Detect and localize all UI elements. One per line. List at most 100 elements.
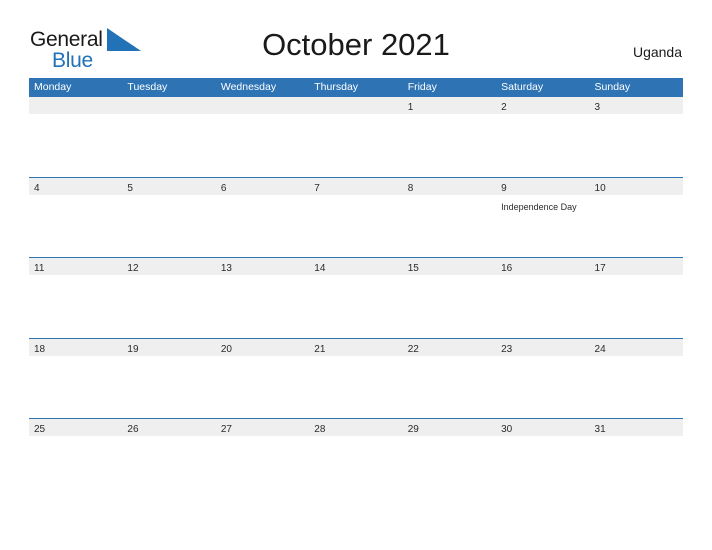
event-cell[interactable] — [309, 356, 402, 418]
day-cell[interactable] — [29, 97, 122, 114]
day-cell[interactable]: 11 — [29, 258, 122, 275]
week-row: 1 2 3 — [29, 96, 683, 177]
event-cell[interactable] — [590, 114, 683, 176]
day-cell[interactable]: 5 — [122, 178, 215, 195]
page-header: General Blue October 2021 Uganda — [0, 0, 712, 78]
event-cell[interactable] — [29, 356, 122, 418]
event-cell[interactable] — [403, 195, 496, 257]
day-number: 17 — [594, 263, 606, 274]
week-events — [29, 275, 683, 337]
day-number: 29 — [407, 424, 419, 435]
event-cell[interactable] — [403, 114, 496, 176]
event-cell[interactable] — [496, 114, 589, 176]
event-cell[interactable] — [122, 114, 215, 176]
event-cell[interactable] — [496, 275, 589, 337]
event-cell[interactable] — [216, 114, 309, 176]
event-cell[interactable] — [216, 275, 309, 337]
event-cell[interactable] — [122, 275, 215, 337]
day-cell[interactable]: 20 — [216, 339, 309, 356]
day-cell[interactable]: 30 — [496, 419, 589, 436]
day-cell[interactable]: 4 — [29, 178, 122, 195]
event-cell[interactable] — [403, 436, 496, 498]
day-cell[interactable]: 15 — [403, 258, 496, 275]
event-cell[interactable] — [216, 436, 309, 498]
day-cell[interactable]: 27 — [216, 419, 309, 436]
weekday-header-row: Monday Tuesday Wednesday Thursday Friday… — [29, 78, 683, 96]
page-title: October 2021 — [262, 27, 450, 62]
event-cell[interactable] — [496, 356, 589, 418]
event-cell[interactable] — [590, 356, 683, 418]
day-cell[interactable]: 2 — [496, 97, 589, 114]
week-day-numbers: 11 12 13 14 15 16 17 — [29, 258, 683, 275]
day-cell[interactable]: 21 — [309, 339, 402, 356]
event-cell[interactable] — [29, 114, 122, 176]
weekday-header-saturday: Saturday — [501, 81, 544, 93]
day-cell[interactable]: 29 — [403, 419, 496, 436]
day-cell[interactable]: 9 — [496, 178, 589, 195]
day-cell[interactable]: 6 — [216, 178, 309, 195]
event-cell[interactable] — [29, 275, 122, 337]
day-number: 8 — [407, 182, 414, 194]
day-cell[interactable]: 13 — [216, 258, 309, 275]
event-cell[interactable] — [122, 195, 215, 257]
event-cell[interactable] — [309, 114, 402, 176]
week-events — [29, 436, 683, 498]
event-cell[interactable] — [122, 356, 215, 418]
day-cell[interactable]: 3 — [590, 97, 683, 114]
day-number: 19 — [127, 343, 139, 355]
day-cell[interactable]: 1 — [403, 97, 496, 114]
day-cell[interactable]: 7 — [309, 178, 402, 195]
day-number: 6 — [220, 182, 227, 194]
event-cell[interactable] — [403, 356, 496, 418]
day-cell[interactable]: 14 — [309, 258, 402, 275]
day-cell[interactable]: 8 — [403, 178, 496, 195]
day-cell[interactable]: 19 — [122, 339, 215, 356]
event-cell[interactable] — [309, 436, 402, 498]
day-cell[interactable]: 26 — [122, 419, 215, 436]
day-number: 15 — [407, 263, 419, 274]
region-label: Uganda — [632, 44, 682, 60]
day-number: 2 — [501, 102, 507, 113]
day-cell[interactable]: 23 — [496, 339, 589, 356]
week-day-numbers: 1 2 3 — [29, 97, 683, 114]
event-cell[interactable] — [29, 195, 122, 257]
week-events: Independence Day — [29, 194, 683, 257]
day-number: 12 — [127, 263, 139, 274]
event-cell[interactable] — [29, 436, 122, 498]
day-cell[interactable]: 28 — [309, 419, 402, 436]
event-cell[interactable] — [216, 356, 309, 418]
event-cell[interactable] — [590, 275, 683, 337]
event-cell[interactable] — [590, 436, 683, 498]
day-number: 24 — [594, 343, 606, 355]
day-cell[interactable] — [309, 97, 402, 114]
day-cell[interactable]: 12 — [122, 258, 215, 275]
day-cell[interactable]: 18 — [29, 339, 122, 356]
week-row: 18 19 20 21 22 23 24 — [29, 337, 683, 419]
week-day-numbers: 18 19 20 21 22 23 24 — [29, 338, 683, 356]
day-number: 14 — [314, 263, 326, 274]
event-cell[interactable] — [590, 195, 683, 257]
day-cell[interactable]: 17 — [590, 258, 683, 275]
event-cell[interactable] — [309, 275, 402, 337]
week-day-numbers: 25 26 27 28 29 30 31 — [29, 419, 683, 436]
day-number: 18 — [34, 343, 46, 355]
event-cell-independence-day[interactable]: Independence Day — [496, 195, 589, 257]
day-cell[interactable]: 16 — [496, 258, 589, 275]
day-cell[interactable]: 24 — [590, 339, 683, 356]
day-number: 9 — [501, 182, 507, 194]
event-cell[interactable] — [216, 195, 309, 257]
day-number: 23 — [501, 343, 513, 355]
day-number: 21 — [314, 343, 326, 355]
event-cell[interactable] — [309, 195, 402, 257]
event-cell[interactable] — [403, 275, 496, 337]
day-cell[interactable] — [122, 97, 215, 114]
day-cell[interactable]: 25 — [29, 419, 122, 436]
event-cell[interactable] — [122, 436, 215, 498]
event-cell[interactable] — [496, 436, 589, 498]
week-events — [29, 114, 683, 176]
day-cell[interactable] — [216, 97, 309, 114]
day-number: 4 — [34, 182, 40, 194]
day-cell[interactable]: 22 — [403, 339, 496, 356]
day-cell[interactable]: 10 — [590, 178, 683, 195]
day-cell[interactable]: 31 — [590, 419, 683, 436]
